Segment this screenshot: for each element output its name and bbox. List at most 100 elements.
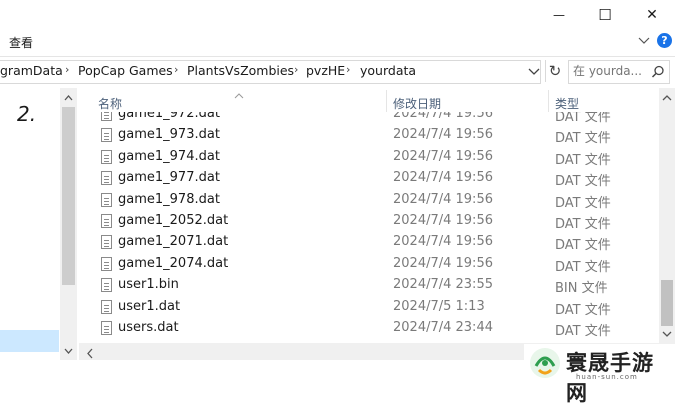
breadcrumb-yourdata[interactable]: yourdata [360,63,416,78]
column-divider[interactable] [548,90,549,112]
maximize-icon: ☐ [598,6,612,24]
chevron-down-icon [662,331,672,337]
file-row[interactable]: game1_974.dat 2024/7/4 19:56 DAT 文件 [96,147,656,168]
file-name: users.dat [118,320,179,335]
file-name: user1.bin [118,277,179,293]
file-modified-date: 2024/7/4 19:56 [393,213,493,228]
breadcrumb-plantsvszombies[interactable]: PlantsVsZombies [187,63,294,78]
file-modified-date: 2024/7/4 19:56 [393,127,493,143]
column-header-modified[interactable]: 修改日期 [393,95,441,112]
file-name: game1_972.dat [118,112,220,121]
expand-ribbon-button[interactable] [637,32,651,48]
file-name: game1_2074.dat [118,255,229,271]
scroll-left-button[interactable] [84,345,96,359]
sort-indicator [233,85,245,99]
file-type: DAT 文件 [555,302,611,318]
file-name: game1_973.dat [118,127,220,143]
chevron-down-icon [528,68,540,75]
chevron-down-icon [638,37,650,44]
file-row[interactable]: game1_978.dat 2024/7/4 19:56 DAT 文件 [96,190,656,211]
file-type: DAT 文件 [555,217,611,232]
nav-selected-item[interactable] [0,330,59,352]
document-icon [101,128,112,143]
document-icon [101,321,112,335]
document-icon [101,278,112,293]
chevron-up-icon [662,95,672,101]
file-type: DAT 文件 [555,238,611,254]
file-row[interactable]: users.dat 2024/7/4 23:44 DAT 文件 [96,318,656,339]
chevron-down-icon [64,348,73,354]
file-type: DAT 文件 [555,174,611,190]
nav-scroll-up-button[interactable] [62,90,75,104]
file-row[interactable]: game1_2074.dat 2024/7/4 19:56 DAT 文件 [96,254,656,275]
sort-ascending-icon [234,93,244,99]
file-row[interactable]: game1_977.dat 2024/7/4 19:56 DAT 文件 [96,168,656,189]
file-list-scrollbar-thumb[interactable] [661,280,673,326]
chevron-up-icon [64,95,73,101]
breadcrumb-separator-icon[interactable]: › [294,63,298,76]
file-name: user1.dat [118,298,181,314]
search-icon [651,65,664,78]
help-button[interactable]: ? [657,33,672,48]
nav-scrollbar-thumb[interactable] [62,107,75,285]
document-icon [101,149,112,164]
column-divider[interactable] [386,90,387,112]
column-header-name[interactable]: 名称 [98,95,122,112]
close-button[interactable]: ✕ [629,0,675,30]
watermark-url: huan-sun.com [576,373,638,381]
document-icon [101,192,112,207]
file-name: game1_2071.dat [118,234,229,250]
file-modified-date: 2024/7/4 19:56 [393,255,493,271]
file-scroll-up-button[interactable] [661,90,673,104]
document-icon [101,112,112,121]
step-annotation: 2. [17,102,37,126]
file-modified-date: 2024/7/4 19:56 [393,112,493,121]
file-row[interactable]: game1_2052.dat 2024/7/4 19:56 DAT 文件 [96,211,656,232]
breadcrumb-programdata[interactable]: gramData [0,63,63,78]
refresh-icon: ↻ [548,62,562,80]
minimize-icon: — [553,8,565,22]
refresh-button[interactable]: ↻ [545,60,564,82]
file-modified-date: 2024/7/4 19:56 [393,148,493,164]
document-icon [101,299,112,314]
file-row[interactable]: user1.dat 2024/7/5 1:13 DAT 文件 [96,297,656,318]
nav-scroll-down-button[interactable] [62,343,75,357]
breadcrumb-separator-icon[interactable]: › [174,63,178,76]
file-modified-date: 2024/7/4 23:55 [393,277,493,293]
file-name: game1_978.dat [118,191,220,207]
file-modified-date: 2024/7/5 1:13 [393,298,485,314]
file-row[interactable]: game1_972.dat 2024/7/4 19:56 DAT 文件 [96,112,656,125]
file-scroll-down-button[interactable] [661,326,673,340]
close-icon: ✕ [646,7,658,23]
file-modified-date: 2024/7/4 19:56 [393,191,493,207]
watermark-logo-icon [530,348,560,378]
file-type: DAT 文件 [555,195,611,211]
tab-view[interactable]: 查看 [9,34,33,51]
address-history-button[interactable] [527,63,541,79]
file-name: game1_977.dat [118,170,220,186]
column-header-type[interactable]: 类型 [555,95,579,112]
document-icon [101,171,112,186]
file-modified-date: 2024/7/4 19:56 [393,234,493,250]
document-icon [101,235,112,250]
help-icon: ? [661,34,668,47]
maximize-button[interactable]: ☐ [582,0,628,30]
file-name: game1_974.dat [118,148,220,164]
file-modified-date: 2024/7/4 23:44 [393,320,493,335]
breadcrumb-separator-icon[interactable]: › [346,63,350,76]
ribbon [0,30,675,57]
file-name: game1_2052.dat [118,213,229,228]
search-box[interactable] [568,60,670,84]
search-input[interactable] [573,63,647,79]
breadcrumb-separator-icon[interactable]: › [65,63,69,76]
file-row[interactable]: game1_2071.dat 2024/7/4 19:56 DAT 文件 [96,232,656,253]
breadcrumb-pvzhe[interactable]: pvzHE [306,63,345,78]
file-type: DAT 文件 [555,112,611,125]
file-list: game1_972.dat 2024/7/4 19:56 DAT 文件 game1_9… [79,112,659,342]
file-row[interactable]: user1.bin 2024/7/4 23:55 BIN 文件 [96,275,656,296]
breadcrumb-popcap-games[interactable]: PopCap Games [78,63,173,78]
file-type: BIN 文件 [555,281,608,297]
file-row[interactable]: game1_973.dat 2024/7/4 19:56 DAT 文件 [96,125,656,146]
file-type: DAT 文件 [555,259,611,275]
minimize-button[interactable]: — [536,0,582,30]
